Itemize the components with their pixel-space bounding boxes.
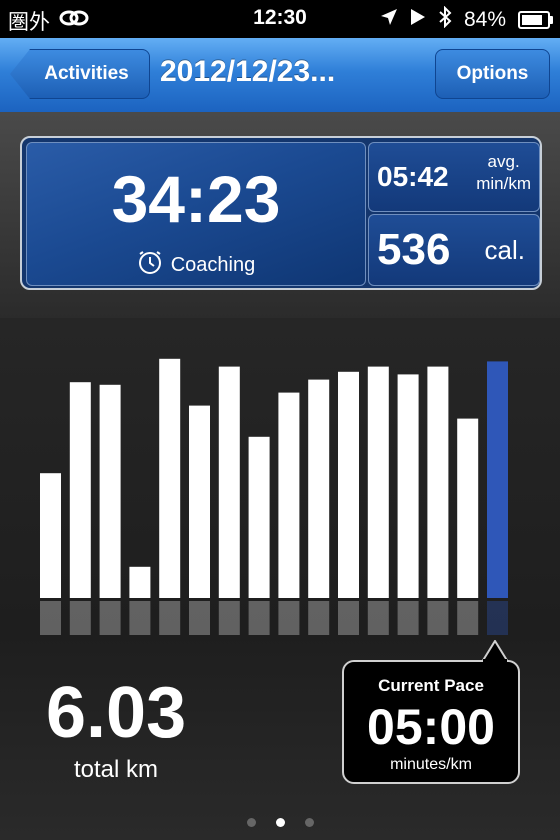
location-arrow-icon [380, 8, 398, 32]
navigation-bar: Activities 2012/12/23... Options [0, 38, 560, 113]
split-bar-8[interactable] [248, 436, 270, 598]
battery-percent: 84% [463, 8, 506, 31]
split-bar-reflection-13 [397, 601, 419, 635]
stopwatch-icon [137, 249, 163, 281]
split-bar-4[interactable] [129, 566, 151, 598]
summary-section: 34:23 Coaching 05:42 avg. min/km 536 cal… [0, 112, 560, 318]
split-bar-reflection-6 [189, 601, 210, 635]
split-bar-9[interactable] [278, 392, 300, 598]
bluetooth-icon [438, 5, 452, 34]
split-bar-14[interactable] [427, 366, 449, 598]
split-bar-11[interactable] [338, 371, 359, 598]
split-bar-15[interactable] [457, 418, 479, 598]
split-bar-chart[interactable] [0, 318, 560, 648]
split-bar-reflection-14 [427, 601, 449, 635]
bubble-tail [480, 640, 510, 662]
split-bar-2[interactable] [69, 382, 91, 598]
total-distance-unit: total km [74, 756, 159, 783]
avg-pace-unit: avg. min/km [476, 151, 531, 195]
split-bar-reflection-4 [129, 601, 151, 635]
split-bar-reflection-16 [487, 601, 508, 635]
duration-value: 34:23 [111, 162, 281, 236]
split-bar-3[interactable] [99, 384, 121, 598]
split-bar-reflection-15 [457, 601, 479, 635]
activities-back-button[interactable]: Activities [10, 49, 150, 99]
duration-panel: 34:23 Coaching [26, 142, 366, 286]
split-bar-reflection-8 [248, 601, 270, 635]
calories-panel: 536 cal. [368, 214, 540, 286]
split-bar-7[interactable] [218, 366, 240, 598]
split-bar-reflection-1 [40, 601, 61, 635]
options-button[interactable]: Options [435, 49, 550, 99]
split-bar-reflection-11 [338, 601, 359, 635]
split-bar-reflection-7 [218, 601, 240, 635]
page-dot[interactable] [304, 818, 314, 827]
page-dot[interactable] [246, 818, 256, 827]
total-distance-value: 6.03 [46, 673, 187, 753]
page-indicator[interactable] [0, 818, 560, 827]
current-pace-value: 05:00 [367, 699, 495, 755]
split-bar-6[interactable] [189, 405, 210, 598]
summary-card: 34:23 Coaching 05:42 avg. min/km 536 cal… [20, 136, 542, 290]
avg-pace-panel: 05:42 avg. min/km [368, 142, 540, 212]
battery-icon [518, 11, 553, 29]
current-pace-unit: minutes/km [390, 756, 472, 773]
calories-value: 536 [377, 225, 451, 274]
coaching-label-row: Coaching [27, 249, 365, 281]
split-bar-5[interactable] [159, 358, 181, 598]
avg-pace-unit-line1: avg. [487, 152, 520, 171]
split-bar-reflection-12 [367, 601, 389, 635]
split-bar-13[interactable] [397, 374, 419, 598]
split-bar-reflection-3 [99, 601, 121, 635]
status-bar: 圏外 12:30 84% [0, 0, 560, 38]
current-pace-bubble: Current Pace 05:00 minutes/km [342, 640, 520, 784]
page-title: 2012/12/23... [160, 55, 336, 88]
split-bar-16[interactable] [487, 361, 508, 598]
split-bar-reflection-2 [69, 601, 91, 635]
split-bar-12[interactable] [367, 366, 389, 598]
split-bar-1[interactable] [40, 473, 61, 598]
split-bar-reflection-10 [308, 601, 330, 635]
coaching-label: Coaching [170, 253, 256, 276]
calories-unit: cal. [484, 235, 525, 265]
avg-pace-unit-line2: min/km [476, 174, 531, 193]
split-bar-reflection-5 [159, 601, 181, 635]
page-dot[interactable] [275, 818, 285, 827]
play-icon [410, 8, 426, 32]
split-bar-reflection-9 [278, 601, 300, 635]
status-right: 84% [380, 5, 553, 34]
split-bar-10[interactable] [308, 379, 330, 598]
current-pace-label: Current Pace [378, 676, 484, 695]
avg-pace-value: 05:42 [377, 161, 449, 192]
